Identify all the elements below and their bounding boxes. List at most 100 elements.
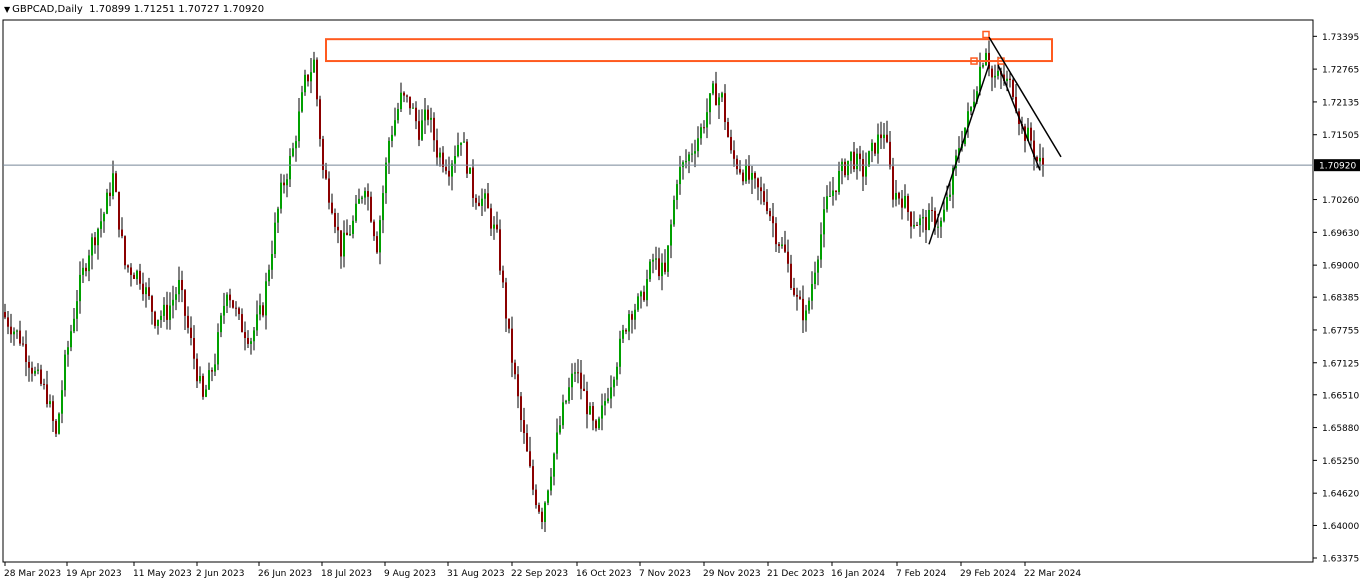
trendline[interactable] <box>997 64 1041 171</box>
candle <box>841 158 843 185</box>
candle <box>622 324 624 344</box>
candle <box>757 177 759 201</box>
candle <box>709 92 711 125</box>
candle-body-bull <box>382 193 384 221</box>
candle <box>472 159 474 207</box>
candle-body-bull <box>481 198 483 206</box>
candle <box>910 211 912 239</box>
candle-body-bear <box>775 223 777 245</box>
candles-layer <box>4 40 1044 532</box>
resistance-zone-rect[interactable] <box>325 38 1053 63</box>
candle <box>112 160 114 200</box>
candle <box>40 364 42 387</box>
zone-marker[interactable] <box>982 30 990 39</box>
candle-body-bull <box>697 138 699 152</box>
candle-body-bear <box>586 391 588 415</box>
candle <box>490 203 492 236</box>
candle <box>265 272 267 330</box>
candle-body-bear <box>7 317 9 327</box>
candle <box>808 297 810 314</box>
candle <box>628 310 630 341</box>
candle-body-bull <box>817 259 819 273</box>
candle-body-bull <box>391 134 393 141</box>
candle-body-bear <box>541 511 543 522</box>
candle-body-bull <box>553 453 555 477</box>
candle-body-bear <box>499 229 501 271</box>
candle-body-bull <box>136 270 138 279</box>
candle <box>502 265 504 289</box>
candle-body-bear <box>580 372 582 389</box>
candle-body-bear <box>40 369 42 384</box>
candle-body-bear <box>892 166 894 200</box>
candle-body-bear <box>508 318 510 329</box>
candle-body-bull <box>439 152 441 158</box>
candle-body-bull <box>811 284 813 301</box>
candle-body-bull <box>826 196 828 210</box>
candle-body-bull <box>865 166 867 177</box>
candle <box>853 141 855 173</box>
candle-body-bear <box>325 169 327 179</box>
candle <box>394 107 396 137</box>
candle <box>169 292 171 330</box>
y-tick-label: 1.64620 <box>1322 490 1359 500</box>
candle-body-bull <box>145 287 147 295</box>
candle-body-bull <box>667 245 669 272</box>
candle <box>478 195 480 207</box>
candle-body-bear <box>592 406 594 421</box>
candle <box>727 117 729 138</box>
candle-body-bull <box>79 274 81 302</box>
candle-body-bull <box>820 234 822 260</box>
candle <box>37 363 39 375</box>
candle <box>586 381 588 429</box>
candle <box>22 336 24 347</box>
candle-body-bull <box>82 267 84 275</box>
candle <box>916 221 918 226</box>
candle-body-bear <box>727 122 729 137</box>
candle-body-bear <box>1012 80 1014 97</box>
candle <box>316 57 318 107</box>
candle-body-bull <box>253 330 255 342</box>
candle-body-bear <box>880 134 882 139</box>
candle-body-bear <box>193 338 195 359</box>
candle <box>682 160 684 180</box>
candle <box>679 155 681 195</box>
candle-body-bull <box>850 151 852 161</box>
candle <box>172 285 174 319</box>
x-tick-label: 22 Sep 2023 <box>511 569 568 579</box>
candle <box>103 211 105 233</box>
candle <box>229 288 231 308</box>
candle-body-bull <box>655 258 657 260</box>
candle <box>427 105 429 126</box>
candle-body-bear <box>757 178 759 188</box>
candle <box>226 292 228 313</box>
candle-body-bear <box>523 420 525 434</box>
candle <box>616 362 618 386</box>
candle <box>571 363 573 400</box>
candle <box>163 297 165 323</box>
candle-body-bull <box>352 220 354 234</box>
candle <box>1042 147 1044 177</box>
candle <box>538 502 540 514</box>
chart-window[interactable]: ▼ GBPCAD,Daily 1.70899 1.71251 1.70727 1.… <box>0 0 1362 584</box>
candle-body-bull <box>106 192 108 214</box>
candle-body-bull <box>208 370 210 390</box>
candle-body-bull <box>412 107 414 109</box>
candle <box>658 247 660 281</box>
y-tick-label: 1.71505 <box>1322 131 1359 141</box>
candle-body-bull <box>682 162 684 168</box>
candle-body-bull <box>313 59 315 73</box>
candle-body-bear <box>235 307 237 309</box>
candle-body-bear <box>436 140 438 158</box>
candle <box>220 312 222 338</box>
price-chart[interactable]: 1.73395 1.72765 1.72135 1.71505 1.70260 1.696… <box>0 0 1362 584</box>
candle-body-bear <box>859 153 861 160</box>
candle <box>241 308 243 333</box>
x-tick-label: 7 Nov 2023 <box>639 569 691 579</box>
candle-body-bear <box>796 294 798 297</box>
candle <box>403 91 405 103</box>
candle-body-bull <box>805 310 807 321</box>
candle <box>505 277 507 332</box>
candle <box>145 282 147 308</box>
candle <box>967 102 969 138</box>
trendline[interactable] <box>928 64 990 245</box>
